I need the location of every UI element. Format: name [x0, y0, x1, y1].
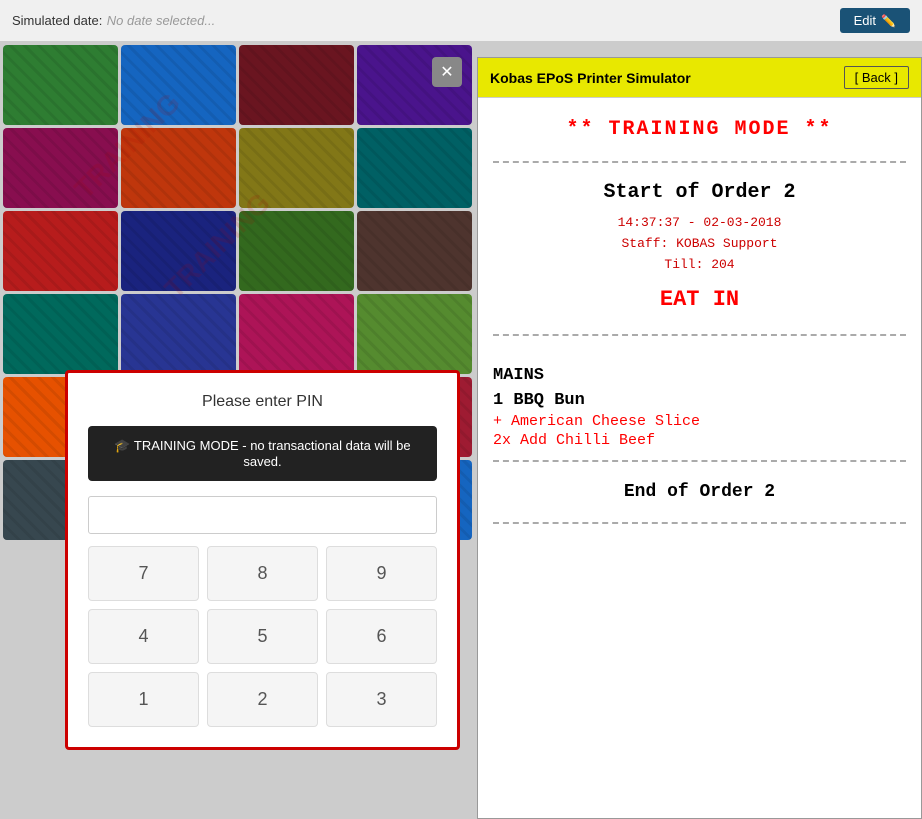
tile-14[interactable] [239, 294, 354, 374]
end-order-text: End of Order 2 [493, 472, 906, 512]
dashed-line-1 [493, 161, 906, 163]
order-title: Start of Order 2 [493, 173, 906, 212]
tile-15[interactable] [357, 294, 472, 374]
close-button[interactable]: ✕ [432, 57, 462, 87]
eat-in-text: EAT IN [493, 275, 906, 324]
training-mode-text: ** TRAINING MODE ** [493, 108, 906, 151]
edit-button[interactable]: Edit ✏️ [840, 8, 910, 33]
item-addon-2: 2x Add Chilli Beef [493, 431, 906, 450]
tile-9[interactable] [121, 211, 236, 291]
order-staff: Staff: KOBAS Support [493, 233, 906, 254]
training-banner: 🎓 TRAINING MODE - no transactional data … [88, 426, 437, 481]
tile-5[interactable] [121, 128, 236, 208]
tile-6[interactable] [239, 128, 354, 208]
pin-key-2[interactable]: 2 [207, 672, 318, 727]
item-name: 1 BBQ Bun [493, 389, 906, 412]
pin-key-1[interactable]: 1 [88, 672, 199, 727]
pin-key-4[interactable]: 4 [88, 609, 199, 664]
top-bar: Simulated date: No date selected... Edit… [0, 0, 922, 42]
simulated-date-value: No date selected... [107, 13, 215, 28]
back-button[interactable]: [ Back ] [844, 66, 909, 89]
order-time: 14:37:37 - 02-03-2018 [493, 212, 906, 233]
pin-key-6[interactable]: 6 [326, 609, 437, 664]
dashed-line-3 [493, 460, 906, 462]
tile-1[interactable] [121, 45, 236, 125]
tile-12[interactable] [3, 294, 118, 374]
section-label: MAINS [493, 358, 906, 389]
pin-modal: Please enter PIN 🎓 TRAINING MODE - no tr… [65, 370, 460, 750]
pin-key-5[interactable]: 5 [207, 609, 318, 664]
pin-key-7[interactable]: 7 [88, 546, 199, 601]
tile-7[interactable] [357, 128, 472, 208]
tile-11[interactable] [357, 211, 472, 291]
dashed-line-4 [493, 522, 906, 524]
pin-keypad: 789 456 123 [88, 546, 437, 727]
pin-key-9[interactable]: 9 [326, 546, 437, 601]
pin-key-8[interactable]: 8 [207, 546, 318, 601]
tile-0[interactable] [3, 45, 118, 125]
tile-13[interactable] [121, 294, 236, 374]
pin-modal-title: Please enter PIN [88, 393, 437, 411]
tile-2[interactable] [239, 45, 354, 125]
order-till: Till: 204 [493, 254, 906, 275]
simulated-date-label: Simulated date: [12, 13, 102, 28]
training-banner-text: 🎓 TRAINING MODE - no transactional data … [103, 438, 422, 469]
dashed-line-2 [493, 334, 906, 336]
simulated-date-area: Simulated date: No date selected... [12, 12, 215, 30]
tile-8[interactable] [3, 211, 118, 291]
pencil-icon: ✏️ [881, 14, 896, 28]
close-icon: ✕ [440, 62, 453, 82]
pin-key-3[interactable]: 3 [326, 672, 437, 727]
pin-input[interactable] [88, 496, 437, 534]
tile-4[interactable] [3, 128, 118, 208]
printer-panel: Kobas EPoS Printer Simulator [ Back ] **… [477, 57, 922, 819]
edit-button-label: Edit [854, 13, 876, 28]
tile-10[interactable] [239, 211, 354, 291]
item-addon-1: + American Cheese Slice [493, 412, 906, 431]
printer-content: ** TRAINING MODE ** Start of Order 2 14:… [478, 98, 921, 544]
printer-header: Kobas EPoS Printer Simulator [ Back ] [478, 58, 921, 98]
printer-title: Kobas EPoS Printer Simulator [490, 70, 691, 86]
